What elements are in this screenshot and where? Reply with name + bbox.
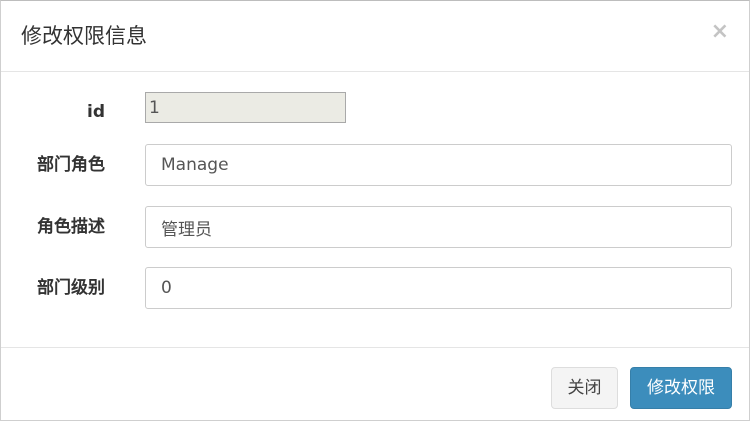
modal-footer: 关闭 修改权限	[1, 347, 749, 420]
level-label: 部门级别	[37, 278, 105, 298]
close-button[interactable]: 关闭	[551, 367, 618, 409]
modal-title: 修改权限信息	[21, 24, 147, 48]
submit-button[interactable]: 修改权限	[630, 367, 732, 409]
edit-permission-modal: 修改权限信息 × id 部门角色 角色描述 部门级别 关闭 修改权限	[0, 0, 750, 421]
description-label: 角色描述	[37, 217, 105, 237]
role-label: 部门角色	[37, 155, 105, 175]
modal-header: 修改权限信息 ×	[1, 1, 749, 72]
role-field[interactable]	[145, 144, 732, 186]
form-row-role: 部门角色	[1, 144, 749, 186]
close-icon[interactable]: ×	[711, 19, 729, 45]
id-label: id	[87, 102, 105, 122]
id-field	[145, 92, 346, 123]
form-row-description: 角色描述	[1, 206, 749, 248]
form-row-id: id	[1, 92, 749, 134]
form-row-level: 部门级别	[1, 267, 749, 309]
level-field[interactable]	[145, 267, 732, 309]
description-field[interactable]	[145, 206, 732, 248]
